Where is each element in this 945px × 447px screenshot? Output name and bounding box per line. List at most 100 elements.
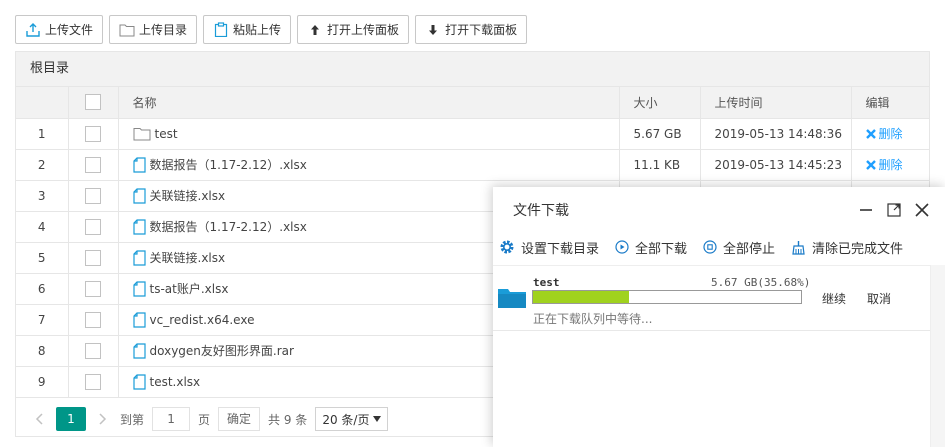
clear-completed-button[interactable]: 清除已完成文件 (791, 238, 903, 257)
x-icon (865, 128, 876, 139)
file-icon (132, 156, 146, 173)
file-name[interactable]: test (155, 127, 178, 141)
arrow-down-icon (425, 22, 441, 38)
delete-label: 删除 (878, 127, 903, 141)
download-all-label: 全部下载 (635, 241, 688, 257)
row-select-cell[interactable] (68, 149, 119, 181)
resume-button[interactable]: 继续 (822, 290, 846, 307)
stop-circle-icon (703, 240, 717, 254)
row-checkbox[interactable] (85, 218, 101, 235)
row-select-cell[interactable] (68, 273, 119, 305)
download-item: test 5.67 GB(35.68%) 继续 取消 正在下载队列中等待... (493, 266, 931, 331)
download-list: test 5.67 GB(35.68%) 继续 取消 正在下载队列中等待... (493, 265, 945, 447)
delete-button[interactable]: 删除 (865, 156, 930, 173)
header-name[interactable]: 名称 (118, 87, 620, 119)
paste-upload-button[interactable]: 粘贴上传 (203, 15, 292, 44)
row-select-cell[interactable] (68, 211, 119, 243)
row-checkbox[interactable] (85, 373, 101, 390)
row-select-cell[interactable] (68, 242, 119, 274)
upload-file-button[interactable]: 上传文件 (15, 15, 104, 44)
table-row[interactable]: 2 数据报告（1.17-2.12）.xlsx 11.1 KB 2019-05-13 1… (16, 149, 930, 181)
download-all-button[interactable]: 全部下载 (615, 238, 687, 257)
clipboard-icon (213, 22, 229, 38)
caret-down-icon (373, 416, 382, 422)
download-status: 正在下载队列中等待... (533, 312, 653, 326)
row-select-cell[interactable] (68, 304, 119, 336)
file-name[interactable]: 数据报告（1.17-2.12）.xlsx (150, 156, 307, 173)
download-item-size: 5.67 GB(35.68%) (711, 276, 811, 289)
goto-confirm-button[interactable]: 确定 (218, 407, 261, 431)
cancel-button[interactable]: 取消 (867, 290, 891, 307)
row-index: 8 (16, 335, 69, 367)
row-checkbox[interactable] (85, 342, 101, 359)
file-name[interactable]: 关联链接.xlsx (150, 249, 226, 266)
folder-icon (497, 285, 527, 312)
select-all-checkbox[interactable] (85, 94, 101, 111)
upload-icon (25, 22, 41, 38)
row-name-cell[interactable]: test (118, 118, 620, 150)
arrow-up-icon (307, 22, 323, 38)
set-download-dir-button[interactable]: 设置下载目录 (499, 238, 599, 257)
row-edit-cell: 删除 (851, 149, 930, 181)
prev-page-icon[interactable] (30, 407, 48, 431)
row-select-cell[interactable] (68, 366, 119, 398)
gear-icon (500, 240, 514, 254)
file-icon (132, 218, 146, 235)
paste-upload-label: 粘贴上传 (233, 23, 282, 37)
row-index: 4 (16, 211, 69, 243)
next-page-icon[interactable] (94, 407, 112, 431)
row-select-cell[interactable] (68, 335, 119, 367)
folder-icon (133, 127, 151, 141)
table-header: 名称 大小 上传时间 编辑 (16, 87, 929, 119)
row-index: 1 (16, 118, 69, 150)
table-row[interactable]: 1 test 5.67 GB 2019-05-13 14:48:36 删除 (16, 118, 930, 150)
upload-dir-button[interactable]: 上传目录 (109, 15, 198, 44)
page-size-select[interactable]: 20 条/页 (315, 407, 389, 431)
file-name[interactable]: 关联链接.xlsx (150, 187, 226, 204)
row-name-cell[interactable]: 数据报告（1.17-2.12）.xlsx (118, 149, 620, 181)
maximize-icon[interactable] (885, 201, 903, 219)
row-index: 6 (16, 273, 69, 305)
minimize-icon[interactable] (857, 201, 875, 219)
toolbar: 上传文件 上传目录 粘贴上传 打开上传面板 打开下载面板 (15, 15, 528, 44)
open-download-panel-button[interactable]: 打开下载面板 (415, 15, 528, 44)
file-name[interactable]: 数据报告（1.17-2.12）.xlsx (150, 218, 307, 235)
row-checkbox[interactable] (85, 249, 101, 266)
file-size: 5.67 GB (619, 118, 701, 150)
delete-label: 删除 (878, 158, 903, 172)
file-name[interactable]: vc_redist.x64.exe (150, 313, 255, 327)
row-checkbox[interactable] (85, 125, 101, 142)
file-icon (132, 187, 146, 204)
clear-completed-label: 清除已完成文件 (812, 241, 904, 257)
current-page[interactable]: 1 (56, 407, 86, 431)
stop-all-button[interactable]: 全部停止 (703, 238, 775, 257)
row-index: 9 (16, 366, 69, 398)
row-select-cell[interactable] (68, 118, 119, 150)
row-edit-cell: 删除 (851, 118, 930, 150)
delete-button[interactable]: 删除 (865, 125, 930, 142)
download-panel-header: 文件下载 (493, 187, 945, 233)
row-select-cell[interactable] (68, 180, 119, 212)
breadcrumb: 根目录 (16, 52, 929, 87)
row-index: 5 (16, 242, 69, 274)
header-select-all[interactable] (68, 87, 119, 119)
close-icon[interactable] (913, 201, 931, 219)
row-checkbox[interactable] (85, 311, 101, 328)
file-name[interactable]: test.xlsx (150, 375, 201, 389)
download-scrollbar[interactable] (930, 265, 945, 447)
open-upload-panel-button[interactable]: 打开上传面板 (297, 15, 410, 44)
file-icon (132, 280, 146, 297)
file-name[interactable]: doxygen友好图形界面.rar (150, 342, 294, 359)
file-name[interactable]: ts-at账户.xlsx (150, 280, 229, 297)
row-checkbox[interactable] (85, 187, 101, 204)
row-checkbox[interactable] (85, 156, 101, 173)
header-size[interactable]: 大小 (619, 87, 701, 119)
goto-label: 到第 (120, 412, 145, 427)
header-time[interactable]: 上传时间 (700, 87, 852, 119)
file-icon (132, 311, 146, 328)
download-panel-title: 文件下载 (513, 203, 569, 219)
goto-page-input[interactable]: 1 (152, 407, 191, 431)
upload-file-label: 上传文件 (45, 23, 94, 37)
play-circle-icon (615, 240, 629, 254)
row-checkbox[interactable] (85, 280, 101, 297)
